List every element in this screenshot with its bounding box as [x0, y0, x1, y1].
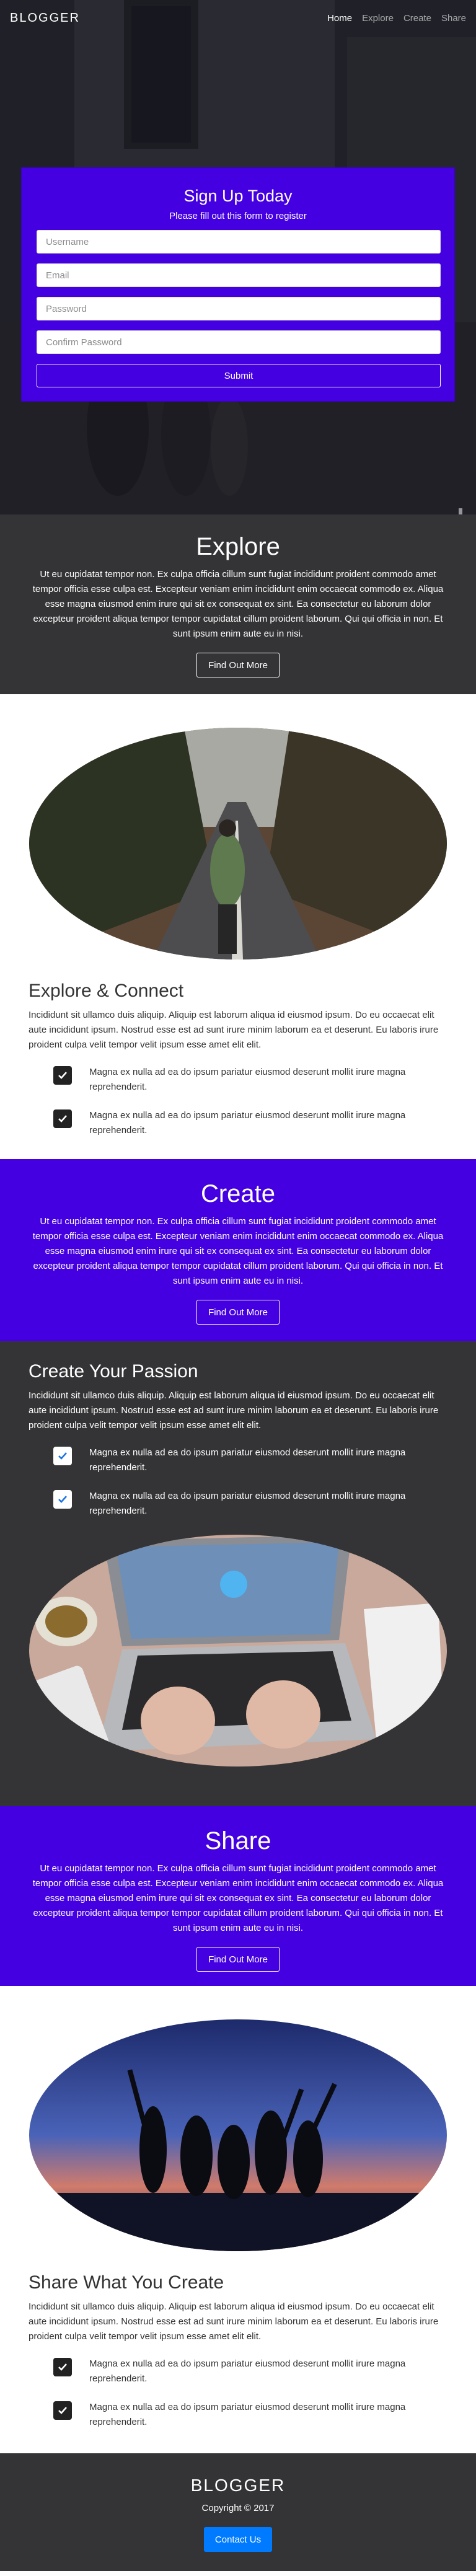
brand-logo[interactable]: BLOGGER — [10, 11, 80, 25]
create-feature-text: Incididunt sit ullamco duis aliquip. Ali… — [29, 1390, 439, 1431]
explore-heading: Explore & Connect — [29, 981, 184, 1001]
share-title: Share — [205, 1827, 271, 1855]
share-feature-text: Incididunt sit ullamco duis aliquip. Ali… — [29, 2301, 439, 2342]
check-icon — [53, 1109, 72, 1128]
share-check-item: Magna ex nulla ad ea do ipsum pariatur e… — [53, 2400, 447, 2430]
explore-find-out-more-button[interactable]: Find Out More — [196, 653, 280, 677]
check-icon — [53, 1490, 72, 1509]
create-text: Ut eu cupidatat tempor non. Ex culpa off… — [32, 1216, 444, 1286]
nav-link-explore[interactable]: Explore — [362, 13, 394, 24]
explore-text: Ut eu cupidatat tempor non. Ex culpa off… — [32, 569, 444, 639]
nav-links: Home Explore Create Share — [327, 13, 466, 24]
nav-link-create[interactable]: Create — [403, 13, 431, 24]
footer: BLOGGER Copyright © 2017 Contact Us — [0, 2453, 476, 2571]
check-item-text: Magna ex nulla ad ea do ipsum pariatur e… — [89, 1067, 406, 1092]
check-item-text: Magna ex nulla ad ea do ipsum pariatur e… — [89, 1447, 406, 1473]
check-icon — [53, 2401, 72, 2420]
footer-brand: BLOGGER — [190, 2476, 286, 2495]
create-check-item: Magna ex nulla ad ea do ipsum pariatur e… — [53, 1445, 447, 1475]
check-item-text: Magna ex nulla ad ea do ipsum pariatur e… — [89, 1491, 406, 1516]
footer-copyright: Copyright © 2017 — [201, 2503, 275, 2513]
hero-section: Sign Up Today Please fill out this form … — [0, 0, 476, 514]
username-input[interactable] — [37, 230, 441, 254]
share-band: Share Ut eu cupidatat tempor non. Ex cul… — [0, 1806, 476, 1986]
create-heading: Create Your Passion — [29, 1361, 198, 1382]
check-icon — [53, 1066, 72, 1085]
create-band: Create Ut eu cupidatat tempor non. Ex cu… — [0, 1159, 476, 1341]
create-title: Create — [200, 1180, 276, 1207]
check-icon — [53, 2358, 72, 2376]
explore-feature-text: Incididunt sit ullamco duis aliquip. Ali… — [29, 1010, 439, 1050]
explore-feature: Explore & Connect Incididunt sit ullamco… — [0, 694, 476, 1159]
check-icon — [53, 1447, 72, 1465]
share-text: Ut eu cupidatat tempor non. Ex culpa off… — [32, 1863, 444, 1933]
explore-check-item: Magna ex nulla ad ea do ipsum pariatur e… — [53, 1108, 447, 1138]
signup-subtitle: Please fill out this form to register — [169, 211, 307, 221]
create-feature: Create Your Passion Incididunt sit ullam… — [0, 1341, 476, 1806]
create-check-item: Magna ex nulla ad ea do ipsum pariatur e… — [53, 1489, 447, 1519]
explore-title: Explore — [196, 533, 280, 560]
nav-link-home[interactable]: Home — [327, 13, 352, 24]
nav-link-share[interactable]: Share — [441, 13, 466, 24]
email-input[interactable] — [37, 263, 441, 287]
navbar: BLOGGER Home Explore Create Share — [0, 0, 476, 36]
share-feature: Share What You Create Incididunt sit ull… — [0, 1986, 476, 2453]
check-item-text: Magna ex nulla ad ea do ipsum pariatur e… — [89, 2402, 406, 2427]
explore-band: Explore Ut eu cupidatat tempor non. Ex c… — [0, 514, 476, 694]
laptop-desk-image — [29, 1535, 447, 1767]
contact-us-button[interactable]: Contact Us — [203, 2527, 273, 2552]
signup-title: Sign Up Today — [183, 187, 293, 205]
check-item-text: Magna ex nulla ad ea do ipsum pariatur e… — [89, 1110, 406, 1136]
password-input[interactable] — [37, 297, 441, 320]
check-item-text: Magna ex nulla ad ea do ipsum pariatur e… — [89, 2358, 406, 2384]
signup-card: Sign Up Today Please fill out this form … — [21, 167, 455, 402]
road-hiker-image — [29, 728, 447, 959]
submit-button[interactable]: Submit — [37, 364, 441, 387]
share-check-item: Magna ex nulla ad ea do ipsum pariatur e… — [53, 2357, 447, 2386]
group-sunset-image — [29, 2019, 447, 2251]
create-find-out-more-button[interactable]: Find Out More — [196, 1300, 280, 1325]
confirm-password-input[interactable] — [37, 330, 441, 354]
share-find-out-more-button[interactable]: Find Out More — [196, 1947, 280, 1972]
share-heading: Share What You Create — [29, 2272, 224, 2293]
explore-check-item: Magna ex nulla ad ea do ipsum pariatur e… — [53, 1065, 447, 1095]
